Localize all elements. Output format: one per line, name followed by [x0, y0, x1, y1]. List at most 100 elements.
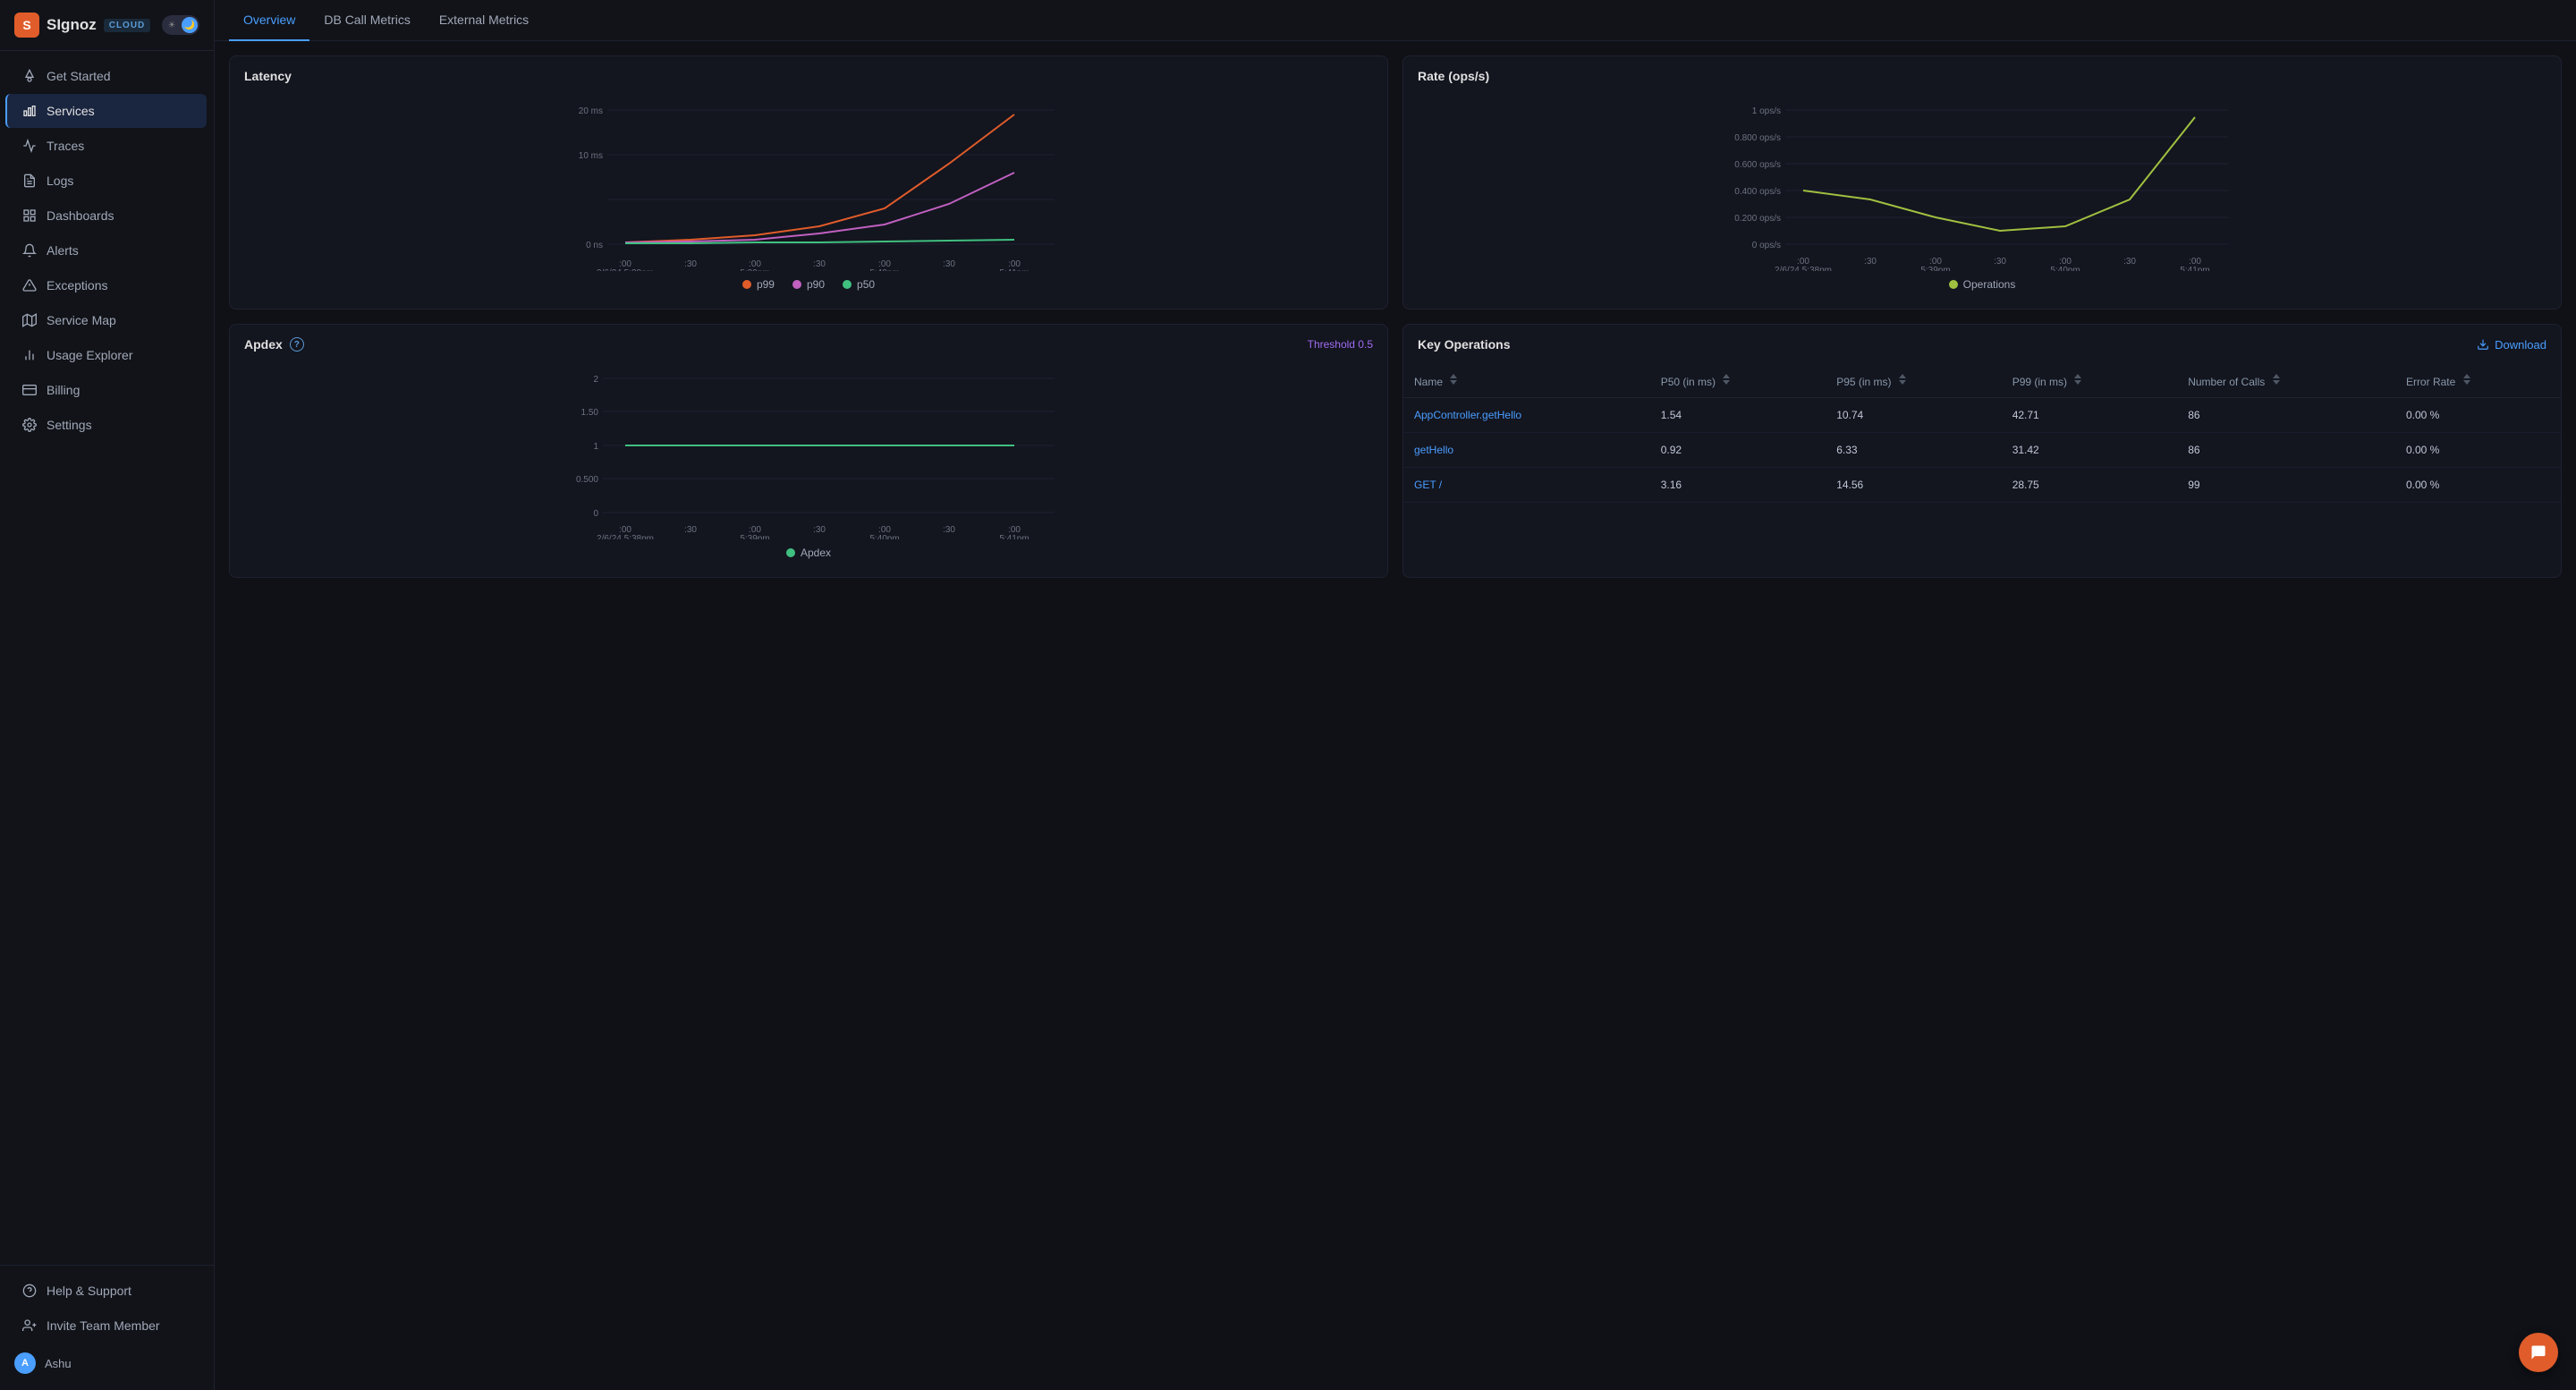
tabs-bar: Overview DB Call Metrics External Metric…: [215, 0, 2576, 41]
table-header: Name P50 (in ms) P95 (in ms): [1403, 364, 2561, 398]
download-button[interactable]: Download: [2477, 338, 2546, 352]
rate-x3b: 5:39pm: [1920, 266, 1950, 271]
chat-bubble[interactable]: [2519, 1333, 2558, 1372]
sidebar-item-services[interactable]: Services: [5, 94, 207, 128]
apdex-x4: :30: [813, 525, 826, 535]
op-p99-1: 31.42: [2002, 433, 2178, 468]
sidebar-item-settings[interactable]: Settings: [7, 408, 207, 442]
sidebar-item-traces[interactable]: Traces: [7, 129, 207, 163]
op-p50-2: 3.16: [1650, 468, 1826, 503]
apdex-legend: Apdex: [244, 539, 1373, 563]
dark-theme-btn[interactable]: 🌙: [182, 17, 198, 33]
sidebar-item-logs[interactable]: Logs: [7, 164, 207, 198]
light-theme-btn[interactable]: ☀: [164, 17, 180, 33]
apdex-help-icon[interactable]: ?: [290, 337, 304, 352]
rate-x7b: 5:41pm: [2180, 266, 2209, 271]
content-area: Latency 20 ms 10 ms 0 ns :0: [215, 41, 2576, 1390]
sort-icon-error-rate: [2462, 373, 2471, 386]
rate-legend: Operations: [1418, 271, 2546, 294]
nav-label-settings: Settings: [47, 418, 92, 432]
op-error-rate-2: 0.00 %: [2395, 468, 2561, 503]
x-label-2: :30: [684, 259, 697, 269]
rate-card-body: 1 ops/s 0.800 ops/s 0.600 ops/s 0.400 op…: [1403, 83, 2561, 309]
key-ops-header: Key Operations Download: [1403, 325, 2561, 364]
sidebar-item-get-started[interactable]: Get Started: [7, 59, 207, 93]
tab-external-metrics[interactable]: External Metrics: [425, 0, 543, 41]
sidebar-item-alerts[interactable]: Alerts: [7, 233, 207, 267]
sort-icon-p50: [1722, 373, 1731, 386]
table-body: AppController.getHello 1.54 10.74 42.71 …: [1403, 398, 2561, 503]
sidebar-item-help-support[interactable]: Help & Support: [7, 1274, 207, 1308]
op-name-0[interactable]: AppController.getHello: [1403, 398, 1650, 433]
rate-x6: :30: [2123, 257, 2136, 267]
nav-label-exceptions: Exceptions: [47, 278, 107, 292]
key-operations-card: Key Operations Download Name: [1402, 324, 2562, 578]
col-error-rate[interactable]: Error Rate: [2395, 364, 2561, 398]
main-content: Overview DB Call Metrics External Metric…: [215, 0, 2576, 1390]
nav-label-billing: Billing: [47, 383, 80, 397]
x-label-6: :30: [943, 259, 955, 269]
sidebar-item-invite-team[interactable]: Invite Team Member: [7, 1309, 207, 1343]
settings-icon: [21, 417, 38, 433]
apdex-card-header: Apdex ? Threshold 0.5: [230, 325, 1387, 352]
bell-icon: [21, 242, 38, 259]
sidebar-logo: S SIgnoz CLOUD ☀ 🌙: [0, 0, 214, 51]
legend-label-apdex: Apdex: [801, 547, 831, 559]
key-ops-table: Name P50 (in ms) P95 (in ms): [1403, 364, 2561, 503]
legend-dot-operations: [1949, 280, 1958, 289]
op-calls-1: 86: [2177, 433, 2395, 468]
nav-label-traces: Traces: [47, 139, 84, 153]
legend-operations: Operations: [1949, 278, 2016, 291]
x-label-4: :30: [813, 259, 826, 269]
apdex-x1b: 2/6/24 5:38pm: [597, 534, 654, 539]
chat-icon: [2529, 1343, 2547, 1361]
op-p95-2: 14.56: [1826, 468, 2002, 503]
sidebar-item-exceptions[interactable]: Exceptions: [7, 268, 207, 302]
rate-x4: :30: [1994, 257, 2006, 267]
col-p50[interactable]: P50 (in ms): [1650, 364, 1826, 398]
rate-title: Rate (ops/s): [1418, 69, 1489, 83]
legend-label-p99: p99: [757, 278, 775, 291]
nav-label-user: Ashu: [45, 1357, 72, 1370]
sort-icon-p99: [2073, 373, 2082, 386]
op-name-1[interactable]: getHello: [1403, 433, 1650, 468]
apdex-x3b: 5:39pm: [740, 534, 769, 539]
op-error-rate-1: 0.00 %: [2395, 433, 2561, 468]
tab-db-call-metrics[interactable]: DB Call Metrics: [309, 0, 424, 41]
sort-icon-name: [1449, 373, 1458, 386]
grid-icon: [21, 208, 38, 224]
logo-icon: S: [14, 13, 39, 38]
activity-icon: [21, 138, 38, 154]
col-p95[interactable]: P95 (in ms): [1826, 364, 2002, 398]
sidebar-item-usage-explorer[interactable]: Usage Explorer: [7, 338, 207, 372]
apdex-y-0: 0: [593, 509, 598, 519]
legend-p50: p50: [843, 278, 875, 291]
apdex-chart: 2 1.50 1 0.500 0 :00 2/6/24 5:38pm :30 :…: [244, 360, 1373, 539]
key-ops-table-wrapper: Name P50 (in ms) P95 (in ms): [1403, 364, 2561, 503]
x-label-1b: 2/6/24 5:38pm: [597, 268, 654, 271]
rate-card: Rate (ops/s) 1 ops/s 0.800 ops/s: [1402, 55, 2562, 309]
y-label-0800: 0.800 ops/s: [1734, 133, 1781, 143]
op-name-2[interactable]: GET /: [1403, 468, 1650, 503]
col-p99[interactable]: P99 (in ms): [2002, 364, 2178, 398]
sidebar-item-billing[interactable]: Billing: [7, 373, 207, 407]
sidebar-item-user[interactable]: A Ashu: [0, 1343, 214, 1383]
apdex-y-1: 1: [593, 442, 598, 452]
sidebar-item-dashboards[interactable]: Dashboards: [7, 199, 207, 233]
col-name[interactable]: Name: [1403, 364, 1650, 398]
apdex-x2: :30: [684, 525, 697, 535]
apdex-chart-container: 2 1.50 1 0.500 0 :00 2/6/24 5:38pm :30 :…: [244, 360, 1373, 539]
tab-overview[interactable]: Overview: [229, 0, 309, 41]
apdex-x5b: 5:40pm: [869, 534, 899, 539]
x-label-5b: 5:40pm: [869, 268, 899, 271]
rate-chart: 1 ops/s 0.800 ops/s 0.600 ops/s 0.400 op…: [1418, 92, 2546, 271]
col-calls[interactable]: Number of Calls: [2177, 364, 2395, 398]
sort-icon-calls: [2272, 373, 2281, 386]
theme-toggle[interactable]: ☀ 🌙: [162, 15, 199, 35]
sidebar-item-service-map[interactable]: Service Map: [7, 303, 207, 337]
sort-icon-p95: [1898, 373, 1907, 386]
legend-p90: p90: [792, 278, 825, 291]
nav-label-service-map: Service Map: [47, 313, 116, 327]
y-label-1ops: 1 ops/s: [1752, 106, 1781, 116]
user-avatar: A: [14, 1352, 36, 1374]
